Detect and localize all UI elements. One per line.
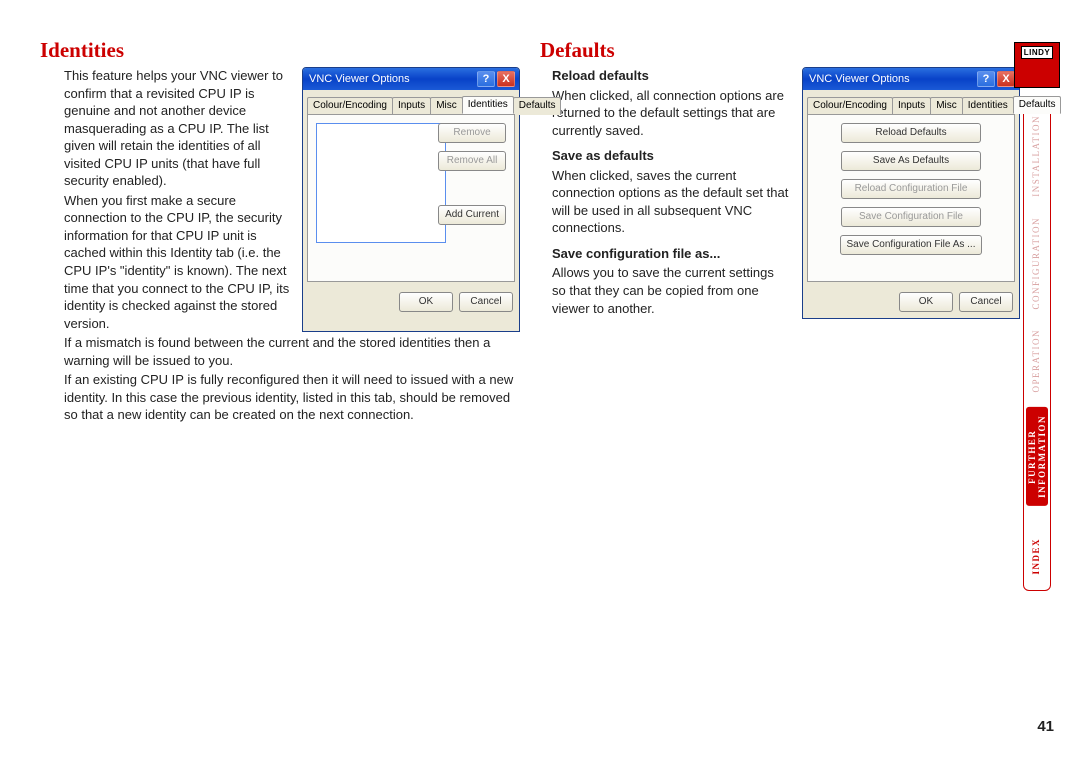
remove-all-button[interactable]: Remove All <box>438 151 506 171</box>
identities-p2: When you first make a secure connection … <box>40 192 290 332</box>
window-titlebar: VNC Viewer Options ? X <box>303 68 519 90</box>
window-title: VNC Viewer Options <box>309 73 410 85</box>
remove-button[interactable]: Remove <box>438 123 506 143</box>
reload-defaults-body: When clicked, all connection options are… <box>552 87 790 140</box>
tab-colour-encoding[interactable]: Colour/Encoding <box>807 97 893 115</box>
save-config-file-button[interactable]: Save Configuration File <box>841 207 981 227</box>
close-button[interactable]: X <box>997 71 1015 87</box>
tab-defaults[interactable]: Defaults <box>1013 96 1062 114</box>
save-config-as-body: Allows you to save the current settings … <box>552 264 790 317</box>
reload-config-file-button[interactable]: Reload Configuration File <box>841 179 981 199</box>
side-navigation: LINDY INSTALLATION CONFIGURATION OPERATI… <box>1014 42 1060 591</box>
cancel-button[interactable]: Cancel <box>959 292 1013 312</box>
help-button[interactable]: ? <box>477 71 495 87</box>
identities-p3: If a mismatch is found between the curre… <box>40 334 520 369</box>
nav-configuration[interactable]: CONFIGURATION <box>1032 211 1042 316</box>
tab-inputs[interactable]: Inputs <box>892 97 931 115</box>
tab-misc[interactable]: Misc <box>930 97 963 115</box>
identities-p1: This feature helps your VNC viewer to co… <box>40 67 290 190</box>
tab-misc[interactable]: Misc <box>430 97 463 115</box>
nav-installation[interactable]: INSTALLATION <box>1032 109 1042 203</box>
ok-button[interactable]: OK <box>899 292 953 312</box>
reload-defaults-button[interactable]: Reload Defaults <box>841 123 981 143</box>
nav-operation[interactable]: OPERATION <box>1032 323 1042 399</box>
identities-p4: If an existing CPU IP is fully reconfigu… <box>40 371 520 424</box>
save-config-as-title: Save configuration file as... <box>552 245 790 263</box>
lindy-logo: LINDY <box>1014 42 1060 88</box>
close-button[interactable]: X <box>497 71 515 87</box>
ok-button[interactable]: OK <box>399 292 453 312</box>
tab-inputs[interactable]: Inputs <box>392 97 431 115</box>
tab-identities[interactable]: Identities <box>962 97 1014 115</box>
save-config-file-as-button[interactable]: Save Configuration File As ... <box>840 235 983 255</box>
vnc-options-identities-window: VNC Viewer Options ? X Colour/Encoding I… <box>302 67 520 332</box>
tab-identities[interactable]: Identities <box>462 96 514 114</box>
reload-defaults-title: Reload defaults <box>552 67 790 85</box>
save-as-defaults-title: Save as defaults <box>552 147 790 165</box>
tab-colour-encoding[interactable]: Colour/Encoding <box>307 97 393 115</box>
identities-section: Identities This feature helps your VNC v… <box>40 38 520 424</box>
defaults-heading: Defaults <box>540 38 1020 63</box>
tab-strip: Colour/Encoding Inputs Misc Identities D… <box>303 90 519 114</box>
identities-list[interactable] <box>316 123 446 243</box>
page-number: 41 <box>1037 718 1054 735</box>
tab-defaults[interactable]: Defaults <box>513 97 562 115</box>
save-as-defaults-button[interactable]: Save As Defaults <box>841 151 981 171</box>
defaults-section: Defaults Reload defaults When clicked, a… <box>540 38 1020 424</box>
nav-further-information[interactable]: FURTHER INFORMATION <box>1026 407 1048 506</box>
nav-index[interactable]: INDEX <box>1032 532 1042 581</box>
window-titlebar: VNC Viewer Options ? X <box>803 68 1019 90</box>
tab-strip: Colour/Encoding Inputs Misc Identities D… <box>803 90 1019 114</box>
window-title: VNC Viewer Options <box>809 73 910 85</box>
add-current-button[interactable]: Add Current <box>438 205 506 225</box>
help-button[interactable]: ? <box>977 71 995 87</box>
defaults-tab-panel: Reload Defaults Save As Defaults Reload … <box>807 114 1015 282</box>
cancel-button[interactable]: Cancel <box>459 292 513 312</box>
save-as-defaults-body: When clicked, saves the current connecti… <box>552 167 790 237</box>
identities-heading: Identities <box>40 38 520 63</box>
identities-tab-panel: Remove Remove All Add Current <box>307 114 515 282</box>
vnc-options-defaults-window: VNC Viewer Options ? X Colour/Encoding I… <box>802 67 1020 319</box>
